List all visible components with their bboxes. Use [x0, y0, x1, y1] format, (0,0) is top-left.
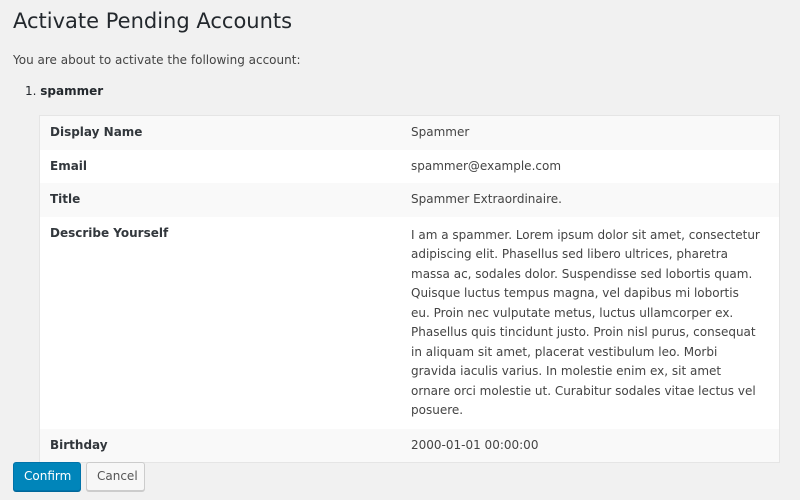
- title-value: Spammer Extraordinaire.: [411, 192, 562, 206]
- describe-yourself-label: Describe Yourself: [50, 225, 169, 240]
- account-details-table: Display Name Spammer Email spammer@examp…: [39, 115, 780, 463]
- table-row: Birthday 2000-01-01 00:00:00: [40, 428, 779, 462]
- account-username: spammer: [40, 84, 104, 98]
- email-label: Email: [50, 158, 88, 173]
- page-title: Activate Pending Accounts: [13, 9, 293, 33]
- list-item: 1. spammer: [13, 84, 800, 99]
- display-name-value: Spammer: [411, 125, 470, 139]
- intro-text: You are about to activate the following …: [13, 53, 301, 67]
- form-actions: Confirm Cancel: [13, 462, 145, 491]
- account-number: 1.: [25, 84, 37, 98]
- birthday-value: 2000-01-01 00:00:00: [411, 437, 539, 452]
- display-name-label: Display Name: [50, 125, 143, 139]
- table-row: Email spammer@example.com: [40, 150, 779, 184]
- table-row: Describe Yourself I am a spammer. Lorem …: [40, 217, 779, 429]
- cancel-button[interactable]: Cancel: [86, 462, 145, 491]
- table-row: Title Spammer Extraordinaire.: [40, 183, 779, 217]
- table-row: Display Name Spammer: [40, 116, 779, 150]
- activate-accounts-page: Activate Pending Accounts You are about …: [0, 0, 800, 500]
- account-list: 1. spammer: [13, 84, 800, 99]
- birthday-label: Birthday: [50, 437, 108, 452]
- confirm-button[interactable]: Confirm: [13, 462, 81, 491]
- title-label: Title: [50, 192, 81, 206]
- email-value: spammer@example.com: [411, 158, 562, 173]
- describe-yourself-value: I am a spammer. Lorem ipsum dolor sit am…: [411, 227, 760, 418]
